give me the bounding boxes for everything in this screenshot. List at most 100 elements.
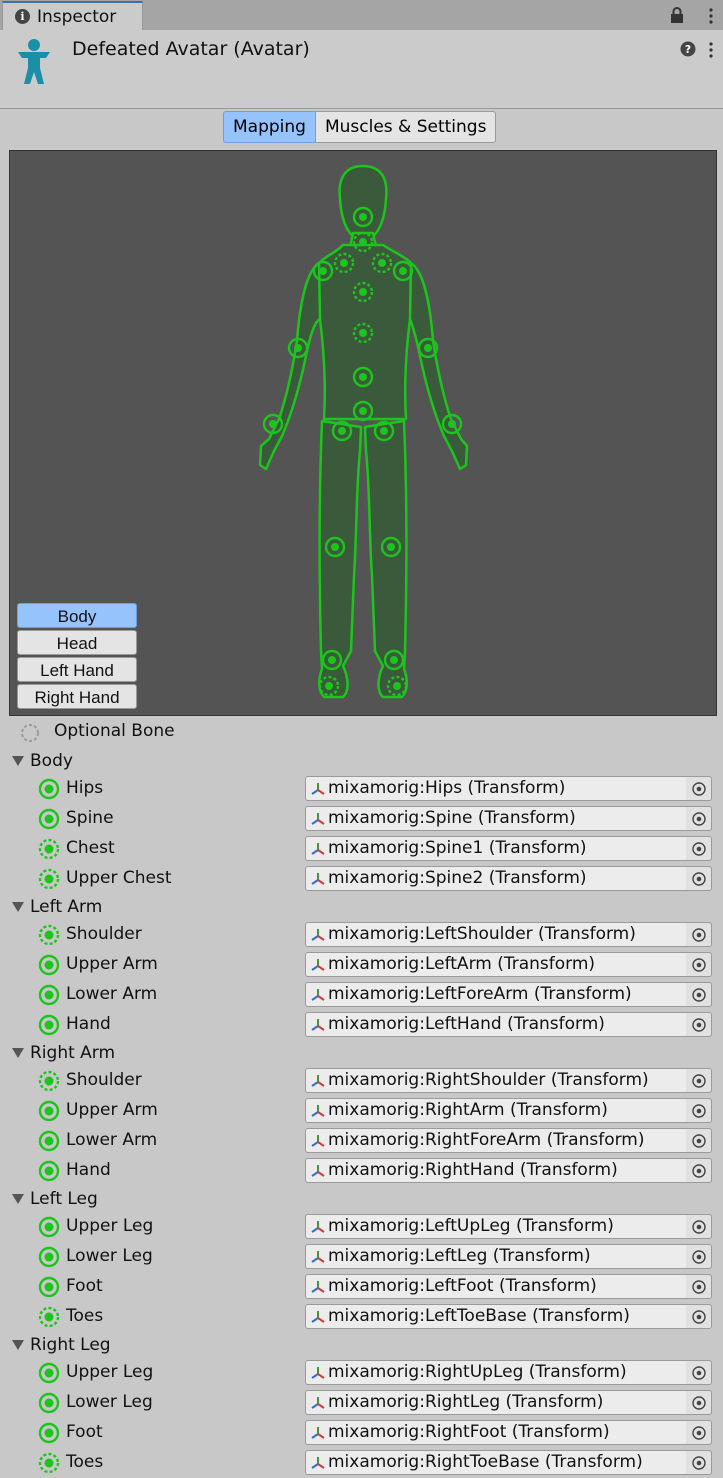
target-icon xyxy=(691,1365,706,1380)
object-picker-button[interactable] xyxy=(686,806,712,831)
object-picker-button[interactable] xyxy=(686,1360,712,1385)
transform-field[interactable]: mixamorig:RightToeBase (Transform) xyxy=(305,1450,687,1475)
muscles-settings-button[interactable]: Muscles & Settings xyxy=(315,111,497,143)
transform-icon xyxy=(311,1457,325,1469)
object-picker-button[interactable] xyxy=(686,1158,712,1183)
svg-text:?: ? xyxy=(685,43,691,56)
object-picker-button[interactable] xyxy=(686,1450,712,1475)
optional-bone-icon xyxy=(21,724,39,742)
bone-icon xyxy=(38,1392,60,1414)
transform-icon xyxy=(311,1397,325,1409)
page-title: Defeated Avatar (Avatar) xyxy=(72,38,310,60)
more-options-icon[interactable] xyxy=(709,42,713,58)
transform-icon xyxy=(311,843,325,855)
group-right-arm[interactable]: Right Arm xyxy=(0,1040,723,1068)
bone-icon xyxy=(38,1276,60,1298)
tab-inspector[interactable]: i Inspector xyxy=(2,1,143,30)
transform-field[interactable]: mixamorig:LeftFoot (Transform) xyxy=(305,1274,687,1299)
object-picker-button[interactable] xyxy=(686,982,712,1007)
help-icon[interactable]: ? xyxy=(680,41,696,57)
transform-field[interactable]: mixamorig:Hips (Transform) xyxy=(305,776,687,801)
transform-field[interactable]: mixamorig:RightUpLeg (Transform) xyxy=(305,1360,687,1385)
object-picker-button[interactable] xyxy=(686,1128,712,1153)
transform-icon xyxy=(311,1221,325,1233)
foldout-arrow-icon[interactable] xyxy=(12,756,24,766)
object-picker-button[interactable] xyxy=(686,1098,712,1123)
foldout-arrow-icon[interactable] xyxy=(12,1194,24,1204)
bone-row: Shoulder mixamorig:LeftShoulder (Transfor… xyxy=(0,920,723,950)
bone-icon xyxy=(38,1422,60,1444)
bone-label: Hand xyxy=(66,1014,111,1034)
transform-field[interactable]: mixamorig:LeftShoulder (Transform) xyxy=(305,922,687,947)
transform-field[interactable]: mixamorig:Spine2 (Transform) xyxy=(305,866,687,891)
group-right-leg[interactable]: Right Leg xyxy=(0,1332,723,1360)
object-picker-button[interactable] xyxy=(686,1304,712,1329)
more-options-icon[interactable] xyxy=(709,8,713,24)
transform-field[interactable]: mixamorig:RightFoot (Transform) xyxy=(305,1420,687,1445)
group-left-leg[interactable]: Left Leg xyxy=(0,1186,723,1214)
transform-field[interactable]: mixamorig:LeftHand (Transform) xyxy=(305,1012,687,1037)
bone-label: Shoulder xyxy=(66,1070,142,1090)
transform-value: mixamorig:RightToeBase (Transform) xyxy=(328,1452,643,1472)
object-picker-button[interactable] xyxy=(686,1244,712,1269)
bone-row: Upper Leg mixamorig:RightUpLeg (Transform… xyxy=(0,1358,723,1388)
transform-value: mixamorig:LeftArm (Transform) xyxy=(328,954,596,974)
transform-field[interactable]: mixamorig:LeftLeg (Transform) xyxy=(305,1244,687,1269)
transform-field[interactable]: mixamorig:RightArm (Transform) xyxy=(305,1098,687,1123)
group-body[interactable]: Body xyxy=(0,748,723,776)
transform-value: mixamorig:RightHand (Transform) xyxy=(328,1160,618,1180)
object-picker-button[interactable] xyxy=(686,1012,712,1037)
mapping-button[interactable]: Mapping xyxy=(223,111,316,143)
transform-icon xyxy=(311,1427,325,1439)
transform-field[interactable]: mixamorig:RightHand (Transform) xyxy=(305,1158,687,1183)
body-part-head-button[interactable]: Head xyxy=(17,630,137,655)
bone-row: Foot mixamorig:RightFoot (Transform) xyxy=(0,1418,723,1448)
transform-field[interactable]: mixamorig:LeftUpLeg (Transform) xyxy=(305,1214,687,1239)
bone-row: Toes mixamorig:RightToeBase (Transform) xyxy=(0,1448,723,1478)
object-picker-button[interactable] xyxy=(686,1274,712,1299)
bone-label: Upper Chest xyxy=(66,868,172,888)
object-picker-button[interactable] xyxy=(686,776,712,801)
transform-field[interactable]: mixamorig:LeftToeBase (Transform) xyxy=(305,1304,687,1329)
foldout-arrow-icon[interactable] xyxy=(12,1048,24,1058)
object-picker-button[interactable] xyxy=(686,866,712,891)
transform-field[interactable]: mixamorig:LeftArm (Transform) xyxy=(305,952,687,977)
target-icon xyxy=(691,1133,706,1148)
transform-icon xyxy=(311,989,325,1001)
transform-field[interactable]: mixamorig:LeftForeArm (Transform) xyxy=(305,982,687,1007)
group-left-arm[interactable]: Left Arm xyxy=(0,894,723,922)
lock-icon[interactable] xyxy=(669,7,685,23)
object-picker-button[interactable] xyxy=(686,1420,712,1445)
transform-field[interactable]: mixamorig:RightForeArm (Transform) xyxy=(305,1128,687,1153)
transform-field[interactable]: mixamorig:RightShoulder (Transform) xyxy=(305,1068,687,1093)
transform-field[interactable]: mixamorig:Spine1 (Transform) xyxy=(305,836,687,861)
object-picker-button[interactable] xyxy=(686,922,712,947)
transform-value: mixamorig:LeftShoulder (Transform) xyxy=(328,924,636,944)
tab-bar: i Inspector xyxy=(0,0,723,31)
bone-label: Toes xyxy=(66,1306,104,1326)
transform-icon xyxy=(311,1019,325,1031)
bone-icon xyxy=(38,1216,60,1238)
bone-label: Hips xyxy=(66,778,104,798)
transform-field[interactable]: mixamorig:Spine (Transform) xyxy=(305,806,687,831)
transform-field[interactable]: mixamorig:RightLeg (Transform) xyxy=(305,1390,687,1415)
foldout-arrow-icon[interactable] xyxy=(12,1340,24,1350)
bone-label: Shoulder xyxy=(66,924,142,944)
object-picker-button[interactable] xyxy=(686,1390,712,1415)
body-part-body-button[interactable]: Body xyxy=(17,603,137,628)
foldout-arrow-icon[interactable] xyxy=(12,902,24,912)
object-picker-button[interactable] xyxy=(686,1214,712,1239)
object-picker-button[interactable] xyxy=(686,836,712,861)
object-picker-button[interactable] xyxy=(686,1068,712,1093)
transform-icon xyxy=(311,1251,325,1263)
body-part-right-hand-button[interactable]: Right Hand xyxy=(17,684,137,709)
body-part-left-hand-button[interactable]: Left Hand xyxy=(17,657,137,682)
object-picker-button[interactable] xyxy=(686,952,712,977)
transform-icon xyxy=(311,783,325,795)
transform-value: mixamorig:RightForeArm (Transform) xyxy=(328,1130,645,1150)
bone-label: Toes xyxy=(66,1452,104,1472)
bone-row: Upper Arm mixamorig:RightArm (Transform) xyxy=(0,1096,723,1126)
transform-value: mixamorig:RightFoot (Transform) xyxy=(328,1422,610,1442)
bone-label: Foot xyxy=(66,1422,103,1442)
target-icon xyxy=(691,1425,706,1440)
